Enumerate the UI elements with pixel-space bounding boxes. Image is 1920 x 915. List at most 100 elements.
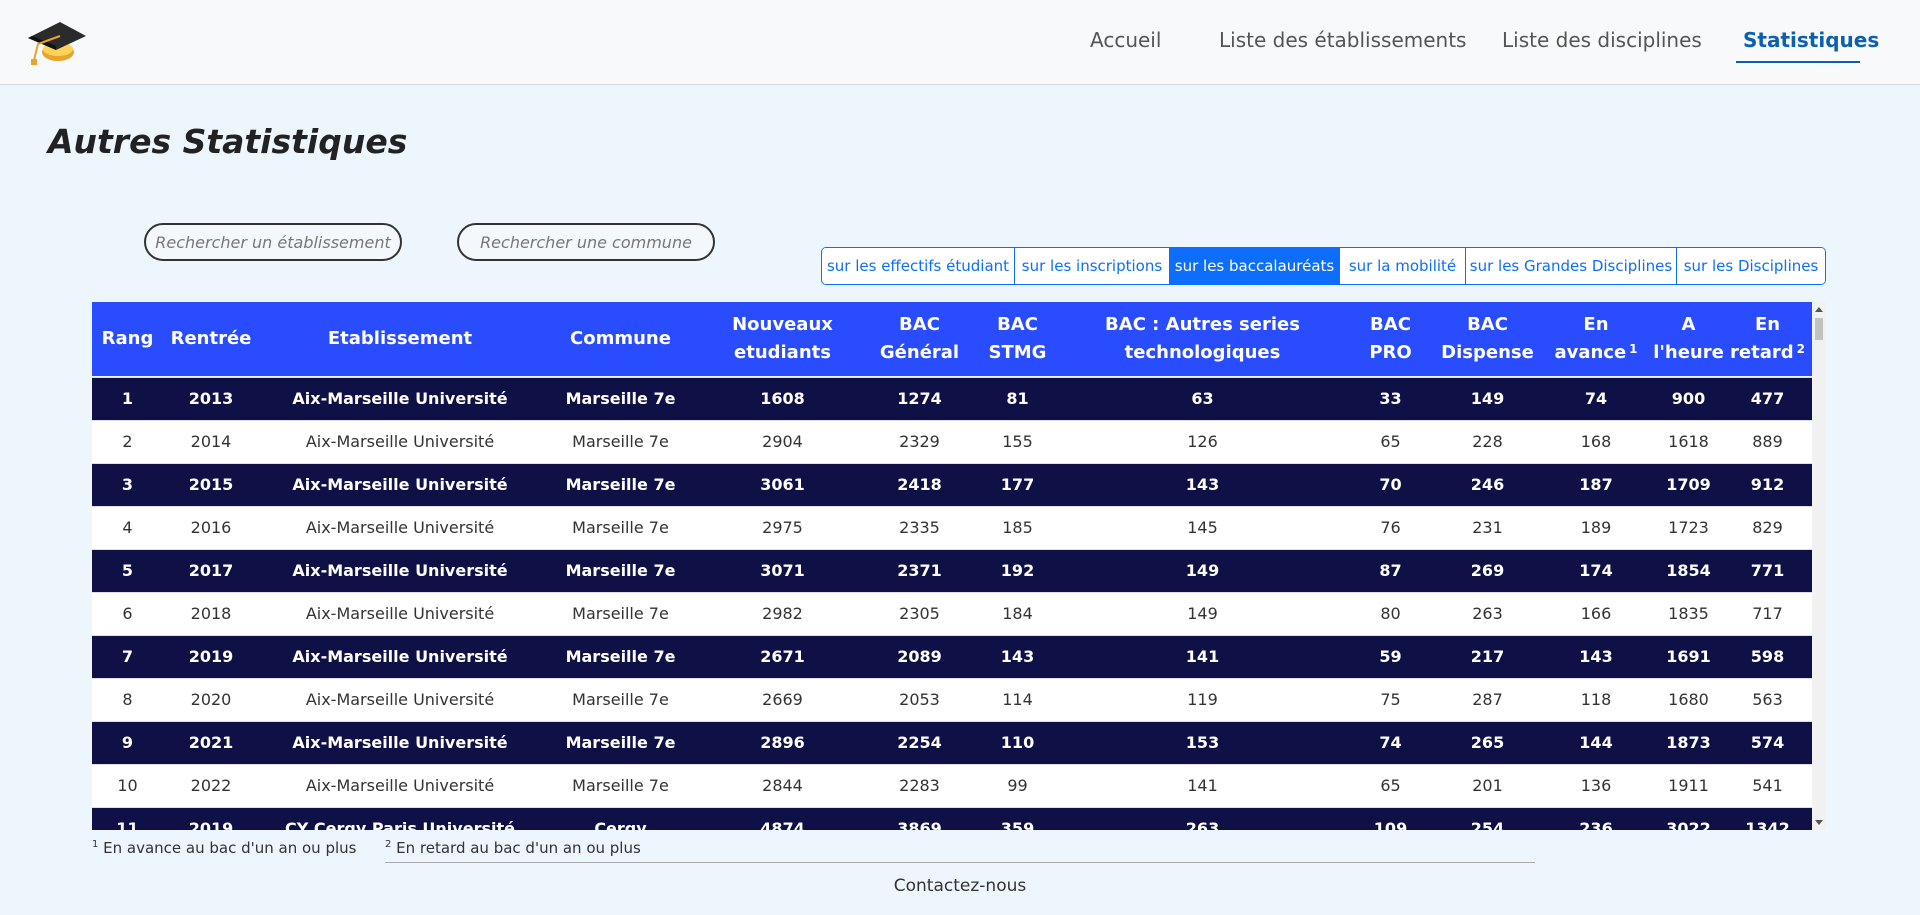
table-row[interactable]: 3 2015 Aix-Marseille Université Marseille 7… [92,463,1812,506]
cell-rang: 9 [121,733,134,752]
column-header-line1: Rentrée [170,328,252,349]
cell-rang: 10 [117,776,138,795]
cell-a-lheure: 1873 [1666,733,1711,752]
table-scrollbar[interactable] [1812,302,1826,830]
column-header-line1: En [1754,314,1781,335]
cell-bac-autres-series: 143 [1185,475,1220,494]
column-header-line1: BAC [899,314,940,335]
scroll-up-arrow-icon[interactable] [1815,307,1823,312]
tab-inscriptions[interactable]: sur les inscriptions [1015,248,1170,284]
cell-en-avance: 144 [1579,733,1613,752]
cell-rang: 11 [116,819,139,830]
table-row[interactable]: 6 2018 Aix-Marseille Université Marseille 7… [92,592,1812,635]
search-etablissement-input[interactable] [144,223,402,261]
cell-commune: Marseille 7e [565,733,676,752]
column-header-line2: Général [879,342,960,363]
cell-etablissement: CY Cergy Paris Université [285,819,515,830]
cell-bac-general: 2371 [897,561,942,580]
graduation-cap-logo-icon[interactable] [24,16,88,68]
cell-etablissement: Aix-Marseille Université [305,432,495,451]
cell-a-lheure: 1709 [1666,475,1711,494]
cell-rang: 2 [122,432,133,451]
cell-etablissement: Aix-Marseille Université [305,776,495,795]
cell-bac-autres-series: 126 [1187,432,1218,451]
table-row[interactable]: 9 2021 Aix-Marseille Université Marseille 7… [92,721,1812,764]
cell-etablissement: Aix-Marseille Université [305,604,495,623]
column-header-line1: BAC : Autres series [1105,314,1300,335]
column-header-bac-dispense: BAC Dispense [1437,302,1538,376]
cell-en-avance: 143 [1579,647,1613,666]
cell-commune: Cergy [594,819,647,830]
cell-bac-stmg: 177 [1000,475,1035,494]
stats-table: Rang Rentrée Etablissement Commune Nouveaux e… [92,302,1812,830]
cell-en-avance: 189 [1580,518,1612,537]
cell-bac-autres-series: 149 [1185,561,1220,580]
cell-bac-general: 1274 [897,389,942,408]
table-row[interactable]: 10 2022 Aix-Marseille Université Marseille … [92,764,1812,807]
nav-liste-disciplines[interactable]: Liste des disciplines [1502,28,1702,52]
nav-statistiques[interactable]: Statistiques [1743,28,1879,52]
cell-rentree: 2020 [190,690,232,709]
table-row[interactable]: 8 2020 Aix-Marseille Université Marseille 7… [92,678,1812,721]
nav-liste-etablissements[interactable]: Liste des établissements [1219,28,1466,52]
cell-bac-general: 2335 [899,518,940,537]
tab-mobilite[interactable]: sur la mobilité [1340,248,1466,284]
column-header-line1: Etablissement [327,328,473,349]
table-row[interactable]: 4 2016 Aix-Marseille Université Marseille 7… [92,506,1812,549]
cell-bac-pro: 33 [1379,389,1402,408]
table-row[interactable]: 1 2013 Aix-Marseille Université Marseille 7… [92,377,1812,420]
cell-bac-general: 2089 [897,647,942,666]
tab-disciplines[interactable]: sur les Disciplines [1677,248,1825,284]
cell-a-lheure: 1911 [1668,776,1709,795]
cell-etablissement: Aix-Marseille Université [292,561,508,580]
cell-en-retard: 541 [1752,776,1783,795]
column-header-a-lheure: Al'heure [1653,302,1724,376]
cell-bac-pro: 109 [1373,819,1408,830]
cell-nouveaux-etudiants: 2844 [762,776,803,795]
cell-bac-stmg: 185 [1002,518,1033,537]
table-row[interactable]: 5 2017 Aix-Marseille Université Marseille 7… [92,549,1812,592]
cell-bac-dispense: 149 [1470,389,1505,408]
table-row[interactable]: 7 2019 Aix-Marseille Université Marseille 7… [92,635,1812,678]
cell-bac-dispense: 265 [1470,733,1505,752]
cell-en-avance: 168 [1580,432,1612,451]
cell-bac-dispense: 254 [1470,819,1505,830]
cell-a-lheure: 1618 [1668,432,1709,451]
cell-rang: 6 [122,604,133,623]
tab-grandes-disciplines[interactable]: sur les Grandes Disciplines [1466,248,1677,284]
cell-en-avance: 74 [1584,389,1608,408]
cell-bac-general: 2305 [899,604,940,623]
stats-tab-group: sur les effectifs étudiant sur les inscr… [821,247,1826,285]
tab-effectifs-etudiant[interactable]: sur les effectifs étudiant [822,248,1015,284]
table-header: Rang Rentrée Etablissement Commune Nouveaux e… [92,302,1812,376]
cell-bac-stmg: 114 [1002,690,1033,709]
column-header-bac-general: BAC Général [865,302,974,376]
cell-bac-dispense: 228 [1472,432,1503,451]
column-header-line1: BAC [997,314,1038,335]
column-header-footnote-mark: 1 [1629,342,1638,356]
cell-a-lheure: 900 [1671,389,1706,408]
scroll-thumb[interactable] [1815,318,1823,340]
column-header-bac-pro: BAC PRO [1344,302,1437,376]
cell-nouveaux-etudiants: 4874 [760,819,805,830]
column-header-line2: Dispense [1441,342,1534,363]
cell-commune: Marseille 7e [572,690,669,709]
cell-etablissement: Aix-Marseille Université [292,475,508,494]
cell-etablissement: Aix-Marseille Université [292,389,508,408]
tab-baccalaureats[interactable]: sur les baccalauréats [1170,248,1340,284]
table-row[interactable]: 11 2019 CY Cergy Paris Université Cergy 4874… [92,807,1812,830]
column-header-line1: En [1583,314,1609,335]
cell-rang: 1 [121,389,134,408]
cell-commune: Marseille 7e [572,432,669,451]
search-commune-input[interactable] [457,223,715,261]
scroll-down-arrow-icon[interactable] [1815,820,1823,825]
table-row[interactable]: 2 2014 Aix-Marseille Université Marseille 7… [92,420,1812,463]
contact-link[interactable]: Contactez-nous [0,876,1920,896]
cell-bac-stmg: 99 [1007,776,1028,795]
cell-en-avance: 136 [1580,776,1612,795]
column-header-line1: Nouveaux [732,314,833,335]
cell-bac-general: 2283 [899,776,940,795]
cell-en-avance: 187 [1579,475,1613,494]
nav-accueil[interactable]: Accueil [1090,28,1161,52]
cell-bac-stmg: 81 [1006,389,1029,408]
